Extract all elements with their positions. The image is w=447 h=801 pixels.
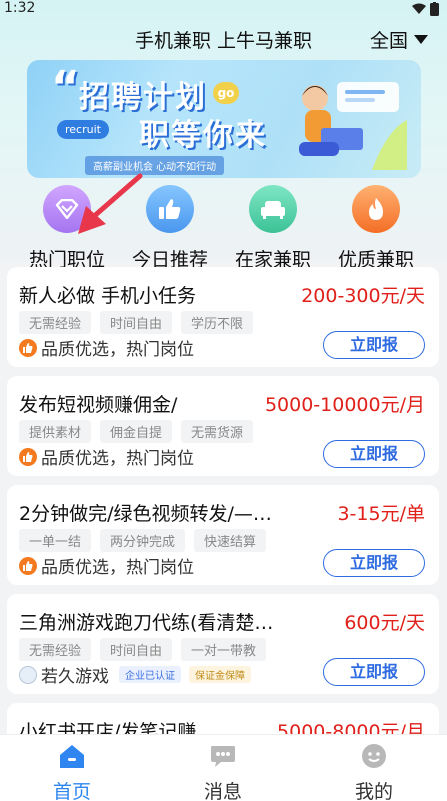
job-footer: 品质优选，热门岗位 xyxy=(19,335,194,360)
job-footer: 品质优选，热门岗位 xyxy=(19,444,194,469)
job-pay: 5000-10000元/月 xyxy=(264,394,425,416)
quote-mark-icon: “ xyxy=(51,62,80,113)
apply-button[interactable]: 立即报 xyxy=(323,331,425,359)
category-row: 热门职位 今日推荐 在家兼职 优质兼职 xyxy=(0,185,447,271)
job-tags: 提供素材 佣金自提 无需货源 xyxy=(19,420,254,443)
job-footer: 若久游戏 企业已认证 保证金保障 xyxy=(19,662,251,687)
job-card[interactable]: 发布短视频赚佣金/ 5000-10000元/月 提供素材 佣金自提 无需货源 品… xyxy=(7,376,439,476)
sofa-icon xyxy=(249,185,297,233)
thumbs-up-icon xyxy=(19,556,37,575)
tab-label: 首页 xyxy=(52,781,91,801)
tab-messages[interactable]: 消息 xyxy=(163,741,283,801)
apply-button[interactable]: 立即报 xyxy=(323,549,425,577)
job-tag: 学历不限 xyxy=(181,311,254,334)
job-tag: 佣金自提 xyxy=(100,420,173,443)
promo-banner[interactable]: “ 招聘计划 go recruit 职等你来 高薪副业机会 心动不如行动 xyxy=(27,60,421,178)
job-footer-text: 品质优选，热门岗位 xyxy=(41,340,194,360)
thumbs-up-icon xyxy=(19,447,37,466)
job-footer-text: 品质优选，热门岗位 xyxy=(41,558,194,578)
region-selector[interactable]: 全国 xyxy=(370,26,429,53)
job-title: 发布短视频赚佣金/ xyxy=(19,394,178,416)
job-card[interactable]: 新人必做 手机小任务 200-300元/天 无需经验 时间自由 学历不限 品质优… xyxy=(7,267,439,367)
bottom-tab-bar: 首页 消息 我的 xyxy=(0,734,447,801)
job-pay: 200-300元/天 xyxy=(301,285,425,307)
banner-recruit-tag: recruit xyxy=(57,120,109,139)
job-card[interactable]: 2分钟做完/绿色视频转发/—… 3-15元/单 一单一结 两分钟完成 快速结算 … xyxy=(7,485,439,585)
job-card[interactable]: 三角洲游戏跑刀代练(看清楚… 600元/天 无需经验 时间自由 一对一带教 若久… xyxy=(7,594,439,694)
job-tag: 无需经验 xyxy=(19,638,92,661)
flame-icon xyxy=(352,185,400,233)
app-header: 手机兼职 上牛马兼职 全国 xyxy=(0,22,447,56)
category-quality-jobs[interactable]: 优质兼职 xyxy=(331,185,421,272)
job-title: 新人必做 手机小任务 xyxy=(19,285,197,307)
job-tag: 一对一带教 xyxy=(181,638,267,661)
job-tag: 无需经验 xyxy=(19,311,92,334)
job-footer: 品质优选，热门岗位 xyxy=(19,553,194,578)
tab-label: 我的 xyxy=(354,781,393,801)
job-title: 2分钟做完/绿色视频转发/—… xyxy=(19,503,272,525)
apply-button[interactable]: 立即报 xyxy=(323,658,425,686)
job-tag: 无需货源 xyxy=(181,420,254,443)
guarantee-badge: 保证金保障 xyxy=(189,666,251,683)
pointer-arrow-icon xyxy=(78,173,143,234)
banner-headline-2: 职等你来 xyxy=(139,118,267,153)
banner-go-badge: go xyxy=(213,82,239,104)
job-tag: 时间自由 xyxy=(100,311,173,334)
job-footer-text: 品质优选，热门岗位 xyxy=(41,449,194,469)
job-pay: 600元/天 xyxy=(344,612,425,634)
job-title: 小红书开店/发笔记赚… xyxy=(19,721,216,734)
thumbs-up-icon xyxy=(146,185,194,233)
status-icons xyxy=(412,2,439,16)
apply-button[interactable]: 立即报 xyxy=(323,440,425,468)
region-label: 全国 xyxy=(370,30,409,52)
profile-icon xyxy=(314,741,434,771)
job-tags: 无需经验 时间自由 学历不限 xyxy=(19,311,254,334)
job-pay: 5000-8000元/月 xyxy=(277,721,425,734)
company-name: 若久游戏 xyxy=(41,667,109,687)
job-title: 三角洲游戏跑刀代练(看清楚… xyxy=(19,612,274,634)
message-icon xyxy=(163,741,283,771)
job-tags: 无需经验 时间自由 一对一带教 xyxy=(19,638,267,661)
tab-profile[interactable]: 我的 xyxy=(314,741,434,801)
job-tags: 一单一结 两分钟完成 快速结算 xyxy=(19,529,267,552)
wifi-icon xyxy=(412,3,426,14)
job-pay: 3-15元/单 xyxy=(337,503,425,525)
page-title: 手机兼职 上牛马兼职 xyxy=(135,30,313,52)
category-work-from-home[interactable]: 在家兼职 xyxy=(228,185,318,272)
status-bar: 1:32 xyxy=(0,0,447,20)
battery-icon xyxy=(430,2,439,16)
job-tag: 快速结算 xyxy=(194,529,267,552)
home-icon xyxy=(12,741,132,771)
company-avatar xyxy=(19,665,37,684)
tab-home[interactable]: 首页 xyxy=(12,741,132,801)
thumbs-up-icon xyxy=(19,338,37,357)
status-time: 1:32 xyxy=(4,0,36,16)
job-card[interactable]: 小红书开店/发笔记赚… 5000-8000元/月 xyxy=(7,703,439,734)
banner-illustration xyxy=(299,82,407,170)
job-tag: 两分钟完成 xyxy=(100,529,186,552)
verified-badge: 企业已认证 xyxy=(119,666,181,683)
tab-label: 消息 xyxy=(203,781,242,801)
chevron-down-icon xyxy=(414,35,429,44)
job-tag: 一单一结 xyxy=(19,529,92,552)
job-tag: 提供素材 xyxy=(19,420,92,443)
job-tag: 时间自由 xyxy=(100,638,173,661)
